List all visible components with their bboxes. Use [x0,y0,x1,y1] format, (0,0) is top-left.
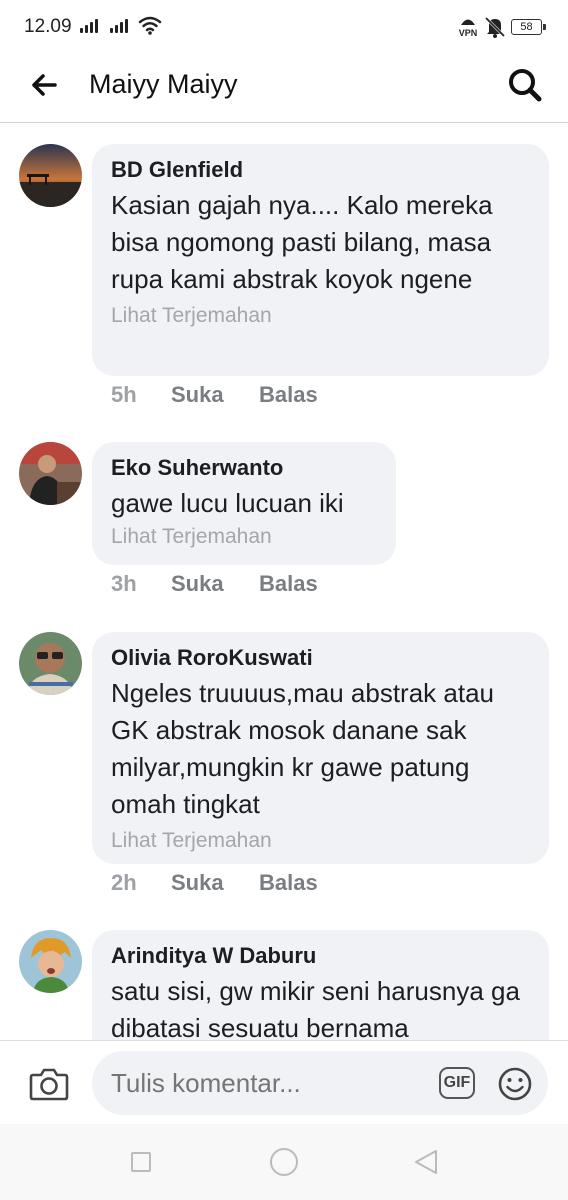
comment-author[interactable]: Olivia RoroKuswati [111,643,530,673]
comment-text: satu sisi, gw mikir seni harusnya ga dib… [111,976,520,1043]
comment-bubble: Olivia RoroKuswati Ngeles truuuus,mau ab… [92,632,549,864]
vpn-label: VPN [458,28,478,38]
comment-time: 3h [111,571,137,596]
see-translation-link[interactable]: Lihat Terjemahan [111,301,530,331]
comment-composer: GIF [0,1040,568,1125]
comment-bubble: BD Glenfield Kasian gajah nya.... Kalo m… [92,144,549,376]
comment-input[interactable] [92,1051,548,1115]
gif-label: GIF [443,1074,471,1091]
reply-button[interactable]: Balas [259,382,318,408]
comment-text: Kasian gajah nya.... Kalo mereka bisa ng… [111,190,493,294]
comment-time: 2h [111,870,137,895]
comment-text: gawe lucu lucuan iki [111,488,344,518]
status-bar: 12.09 VPN 58 [0,0,568,54]
avatar[interactable] [19,632,82,695]
comment-bubble: Eko Suherwanto gawe lucu lucuan iki Liha… [92,442,396,565]
avatar[interactable] [19,930,82,993]
reply-button[interactable]: Balas [259,870,318,896]
app-header: Maiyy Maiyy [0,54,568,123]
camera-icon[interactable] [29,1065,69,1101]
back-triangle-icon[interactable] [412,1148,440,1176]
avatar[interactable] [19,144,82,207]
see-translation-link[interactable]: Lihat Terjemahan [111,826,530,856]
battery-level: 58 [520,21,533,33]
signal-icon-2 [110,17,132,33]
status-time: 12.09 [24,16,72,37]
signal-icon-1 [80,17,102,33]
emoji-icon[interactable] [497,1066,533,1102]
page-title: Maiyy Maiyy [89,69,238,99]
comment-time: 5h [111,382,137,407]
like-button[interactable]: Suka [171,382,224,408]
comment-author[interactable]: Eko Suherwanto [111,453,377,483]
reply-button[interactable]: Balas [259,571,318,597]
comment-author[interactable]: BD Glenfield [111,155,530,185]
battery-icon: 58 [511,19,546,35]
vpn-icon: VPN [455,16,481,38]
like-button[interactable]: Suka [171,870,224,896]
see-translation-link[interactable]: Lihat Terjemahan [111,522,377,552]
avatar[interactable] [19,442,82,505]
gif-button[interactable]: GIF [439,1067,475,1099]
comment-text: Ngeles truuuus,mau abstrak atau GK abstr… [111,678,494,819]
system-nav-bar [0,1124,568,1200]
comment-author[interactable]: Arinditya W Daburu [111,941,530,971]
mute-bell-icon [484,16,506,38]
like-button[interactable]: Suka [171,571,224,597]
home-button[interactable] [270,1148,298,1176]
wifi-icon [138,16,162,35]
arrow-left-icon[interactable] [28,68,62,102]
search-icon[interactable] [505,65,545,105]
recents-button[interactable] [131,1152,151,1172]
